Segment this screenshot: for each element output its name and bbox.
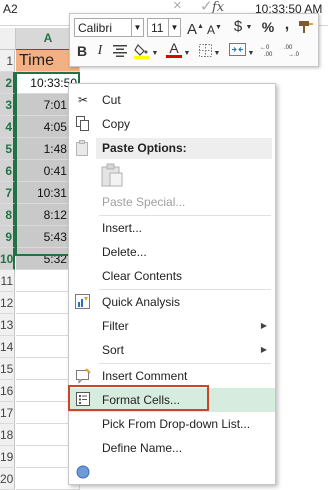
row-header[interactable]: 7 [0, 182, 15, 204]
menu-item-pick-from-dropdown[interactable]: Pick From Drop-down List... [69, 412, 275, 436]
chevron-down-icon[interactable]: ▼ [132, 18, 144, 37]
menu-item-label: Sort [102, 343, 125, 357]
decrease-decimal-icon[interactable]: .00 →.0 [284, 43, 304, 61]
scissors-icon: ✂ [77, 93, 89, 107]
menu-item-define-name[interactable]: Define Name... [69, 436, 275, 460]
menu-item-label: Copy [102, 117, 131, 131]
chevron-right-icon: ▶ [260, 345, 267, 354]
menu-item-cut[interactable]: ✂ Cut [69, 88, 275, 112]
svg-text:←0: ←0 [260, 45, 270, 51]
chevron-down-icon[interactable]: ▼ [213, 45, 221, 63]
menu-item-filter[interactable]: Filter ▶ [69, 314, 275, 338]
copy-icon [75, 116, 91, 132]
menu-item-label: Clear Contents [102, 269, 183, 283]
menu-item-label: Define Name... [102, 441, 183, 455]
paste-icon [75, 140, 91, 156]
row-header[interactable]: 8 [0, 204, 15, 226]
row-header[interactable]: 19 [0, 446, 15, 468]
menu-item-quick-analysis[interactable]: Quick Analysis [69, 290, 275, 314]
percent-style-icon[interactable]: % [260, 18, 276, 36]
menu-item-label: Cut [102, 93, 121, 107]
menu-item-sort[interactable]: Sort ▶ [69, 338, 275, 362]
quick-analysis-icon [75, 294, 91, 310]
name-box[interactable]: A2 [3, 2, 18, 16]
hyperlink-icon [75, 464, 91, 480]
context-menu: ✂ Cut Copy Paste Options: Paste Special.… [68, 83, 276, 485]
row-header[interactable]: 20 [0, 468, 15, 490]
menu-item-hyperlink[interactable] [69, 460, 275, 484]
row-header[interactable]: 3 [0, 94, 15, 116]
borders-icon[interactable] [198, 44, 212, 62]
chevron-down-icon[interactable]: ▼ [151, 45, 159, 63]
bold-button[interactable]: B [75, 42, 89, 60]
svg-text:.00: .00 [284, 45, 293, 51]
row-header[interactable]: 2 [0, 72, 15, 94]
menu-item-label: Insert... [102, 221, 143, 235]
menu-item-label: Pick From Drop-down List... [102, 417, 251, 431]
row-header[interactable]: 5 [0, 138, 15, 160]
increase-decimal-icon[interactable]: ←0.00 [260, 43, 280, 61]
cancel-icon[interactable]: × [173, 0, 182, 14]
svg-text:→.0: →.0 [288, 52, 300, 57]
row-header[interactable]: 13 [0, 314, 15, 336]
row-header[interactable]: 14 [0, 336, 15, 358]
chevron-down-icon[interactable]: ▼ [183, 45, 191, 63]
menu-item-label: Quick Analysis [102, 295, 181, 309]
row-header[interactable]: 6 [0, 160, 15, 182]
row-header[interactable]: 11 [0, 270, 15, 292]
svg-text:.00: .00 [264, 52, 273, 57]
row-header[interactable]: 16 [0, 380, 15, 402]
font-name-box[interactable]: Calibri [74, 18, 132, 37]
row-header[interactable]: 4 [0, 116, 15, 138]
fill-color-icon[interactable] [134, 43, 150, 61]
italic-button[interactable]: I [94, 42, 106, 60]
menu-item-copy[interactable]: Copy [69, 112, 275, 136]
menu-item-label: Filter [102, 319, 129, 333]
row-header[interactable]: 18 [0, 424, 15, 446]
menu-item-paste-special[interactable]: Paste Special... [69, 190, 275, 214]
row-header[interactable]: 17 [0, 402, 15, 424]
row-header[interactable]: 15 [0, 358, 15, 380]
menu-item-clear-contents[interactable]: Clear Contents [69, 264, 275, 288]
chevron-right-icon: ▶ [260, 321, 267, 330]
row-header[interactable]: 1 [0, 50, 15, 72]
select-all-corner[interactable] [0, 28, 16, 50]
row-header[interactable]: 10 [0, 248, 15, 270]
format-cells-highlight-box [68, 385, 209, 411]
row-header[interactable]: 9 [0, 226, 15, 248]
paste-options-header: Paste Options: [96, 138, 272, 159]
menu-item-insert[interactable]: Insert... [69, 216, 275, 240]
row-header[interactable]: 12 [0, 292, 15, 314]
chevron-down-icon[interactable]: ▼ [247, 45, 255, 63]
mini-toolbar: Calibri ▼ 11 ▼ A▲ A▼ $ ▼ % , B I ▼ A ▼ ▼… [69, 13, 319, 67]
font-color-icon[interactable]: A [166, 41, 182, 59]
shrink-font-icon[interactable]: A▼ [207, 19, 222, 37]
align-center-icon[interactable] [112, 44, 128, 62]
font-size-box[interactable]: 11 [147, 18, 169, 37]
comment-icon [75, 368, 91, 384]
format-painter-icon[interactable] [298, 20, 314, 38]
grow-font-icon[interactable]: A▲ [187, 18, 204, 38]
merge-center-icon[interactable] [228, 43, 246, 61]
paste-icon[interactable] [101, 163, 123, 187]
menu-item-label: Paste Special... [102, 195, 186, 209]
chevron-down-icon[interactable]: ▼ [169, 18, 181, 37]
menu-item-delete[interactable]: Delete... [69, 240, 275, 264]
comma-style-icon[interactable]: , [282, 16, 292, 34]
menu-item-label: Delete... [102, 245, 147, 259]
chevron-down-icon[interactable]: ▼ [245, 19, 253, 37]
accounting-format-icon[interactable]: $ [230, 18, 246, 36]
